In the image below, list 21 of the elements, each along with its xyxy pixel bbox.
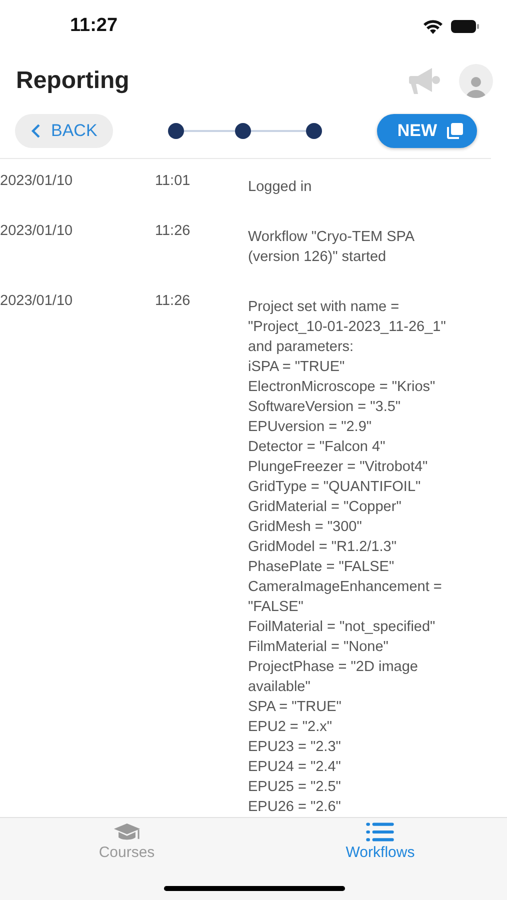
- status-time: 11:27: [70, 15, 118, 37]
- copy-icon: [447, 123, 463, 139]
- log-message: Project set with name = "Project_10-01-2023_11-26_1" and parameters: iSPA = "TRUE" ElectronMicroscope = "Krios" SoftwareVersion = "3.5" EPUversion = "2.9" Detector = "Falcon 4" PlungeFreezer = "Vitrobot4" GridType = "QUANTIFOIL" GridMaterial = "Copper" GridMesh = "300" GridModel = "R1.2/1.3" PhasePlate = "FALSE" CameraImageEnhancement = "FALSE" FoilMaterial = "not_specified" FilmMaterial = "None" ProjectPhase = "2D image available" SPA = "TRUE" EPU2 = "2.x" EPU23 = "2.3" EPU24 = "2.4" EPU25 = "2.5" EPU26 = "2.6": [248, 299, 446, 815]
- tab-bar-item[interactable]: Courses: [0, 818, 254, 862]
- wifi-icon: [423, 18, 443, 34]
- battery-icon: [451, 20, 479, 32]
- chevron-left-icon: [31, 123, 41, 139]
- megaphone-icon[interactable]: [409, 67, 441, 95]
- log-time: 11:01: [155, 173, 190, 189]
- tab-bar-item[interactable]: Workflows: [254, 818, 507, 862]
- back-button[interactable]: BACK: [15, 114, 114, 148]
- log-message: Logged in: [248, 179, 312, 195]
- log-date: 2023/01/10: [0, 293, 73, 309]
- log-time: 11:26: [155, 293, 190, 309]
- new-button[interactable]: NEW: [377, 114, 477, 148]
- profile-avatar[interactable]: [459, 64, 493, 98]
- page-title: Reporting: [16, 67, 130, 95]
- log-date: 2023/01/10: [0, 223, 73, 239]
- log-time: 11:26: [155, 223, 190, 239]
- log-message: Workflow "Cryo-TEM SPA (version 126)" started: [248, 229, 415, 265]
- log-date: 2023/01/10: [0, 173, 73, 189]
